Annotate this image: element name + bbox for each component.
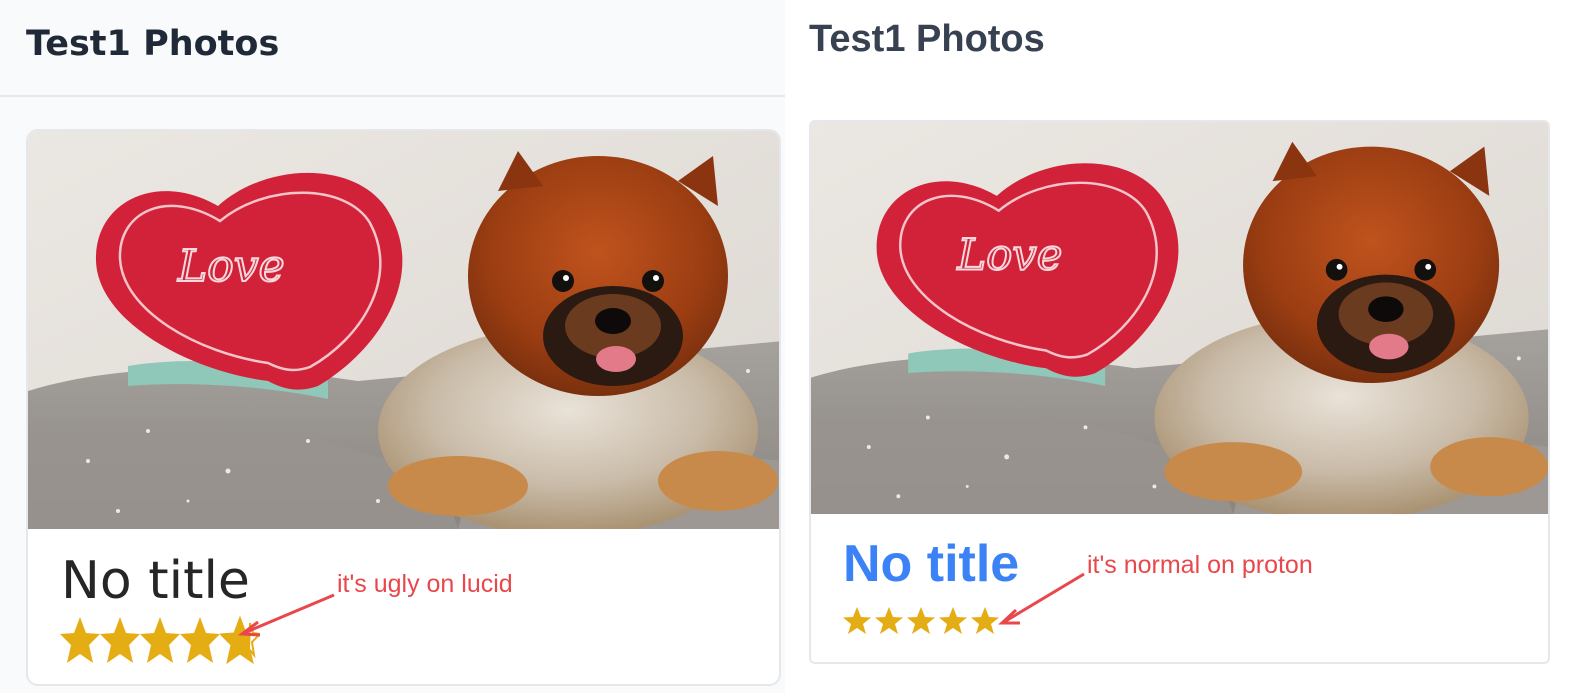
photo-image [28, 131, 779, 529]
star-icon [100, 617, 140, 663]
photo-card[interactable]: No title [809, 120, 1550, 664]
star-icon [939, 607, 967, 634]
annotation-lucid: it's ugly on lucid [337, 570, 513, 598]
star-icon [180, 617, 220, 663]
star-icon [60, 617, 100, 663]
page-title: Test1 Photos [26, 24, 280, 64]
photo-card[interactable]: No title [26, 129, 781, 686]
page-title: Test1 Photos [809, 18, 1045, 60]
card-title: No title [61, 551, 250, 611]
arrow-icon [998, 572, 1085, 625]
star-rating [60, 615, 260, 665]
proton-panel: Test1 Photos No title [785, 0, 1578, 693]
annotation-proton: it's normal on proton [1087, 551, 1313, 579]
star-icon [907, 607, 935, 634]
star-icon [843, 607, 871, 634]
photo-image [811, 122, 1548, 514]
arrow-icon [237, 593, 335, 637]
star-icon [140, 617, 180, 663]
star-rating [842, 606, 1000, 638]
page-header: Test1 Photos [0, 0, 785, 97]
star-icon [875, 607, 903, 634]
card-title: No title [843, 535, 1020, 593]
